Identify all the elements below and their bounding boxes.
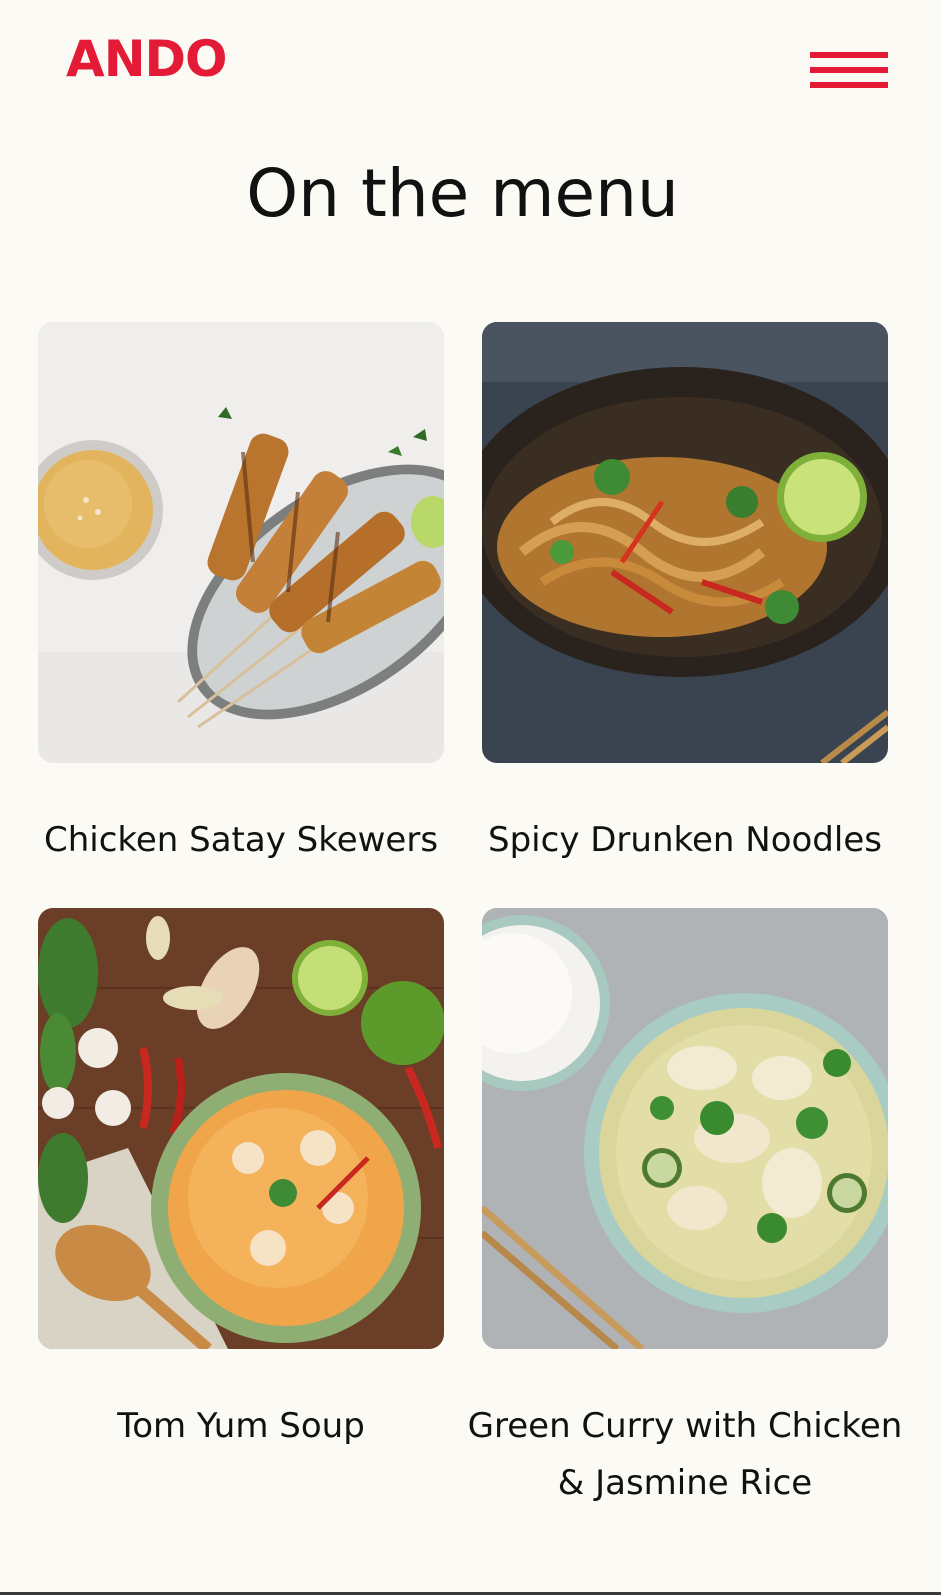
menu-item-name[interactable]: Tom Yum Soup [18, 1398, 464, 1455]
menu-card-chicken-satay[interactable]: Chicken Satay Skewers [38, 322, 444, 860]
green-curry-photo[interactable] [482, 908, 888, 1349]
menu-card-green-curry[interactable]: Green Curry with Chicken & Jasmine Rice [468, 908, 902, 1503]
hamburger-menu-icon[interactable] [810, 52, 888, 90]
menu-item-name[interactable]: Spicy Drunken Noodles [462, 812, 908, 869]
tom-yum-soup-photo[interactable] [38, 908, 444, 1349]
menu-item-name[interactable]: Green Curry with Chicken & Jasmine Rice [462, 1398, 908, 1512]
menu-card-drunken-noodles[interactable]: Spicy Drunken Noodles [482, 322, 888, 860]
menu-bar-bottom [810, 82, 888, 88]
menu-bar-middle [810, 67, 888, 73]
spicy-drunken-noodles-photo[interactable] [482, 322, 888, 763]
menu-item-name[interactable]: Chicken Satay Skewers [18, 812, 464, 869]
menu-bar-top [810, 52, 888, 58]
chicken-satay-skewers-photo[interactable] [38, 322, 444, 763]
brand-logo[interactable]: ANDO [66, 34, 228, 84]
page-title: On the menu [246, 155, 679, 232]
site-header: ANDO [0, 0, 941, 140]
menu-card-tom-yum[interactable]: Tom Yum Soup [38, 908, 444, 1446]
